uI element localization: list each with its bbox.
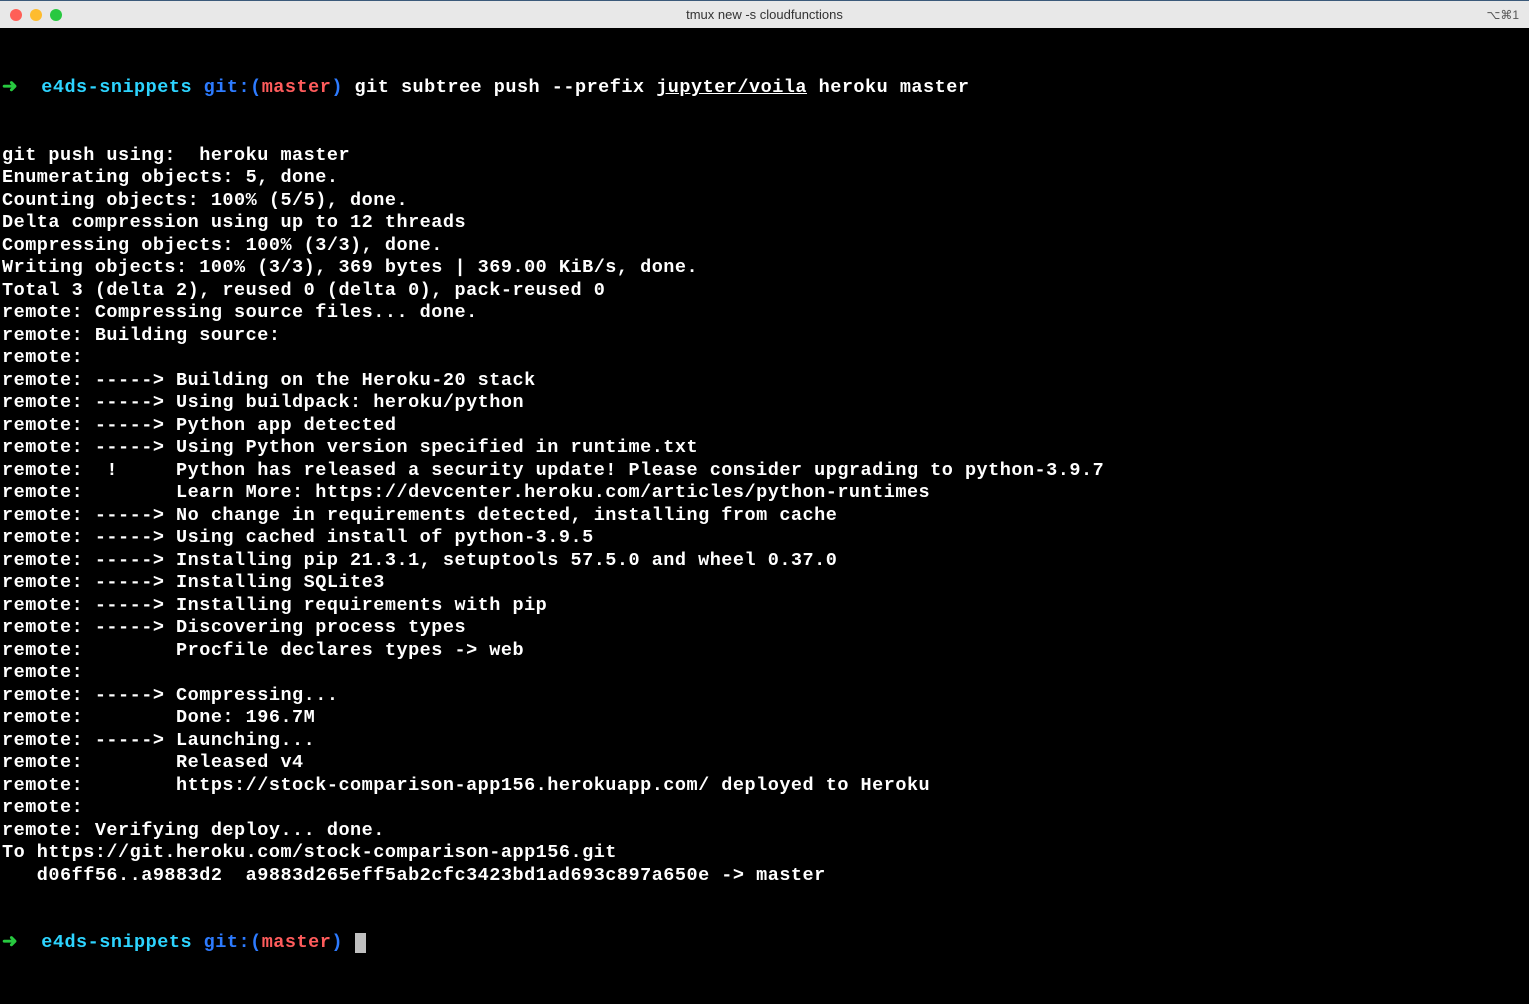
output-line: remote: ! Python has released a security…: [2, 460, 1527, 483]
cursor-icon: [355, 933, 366, 953]
output-line: Compressing objects: 100% (3/3), done.: [2, 235, 1527, 258]
close-icon[interactable]: [10, 9, 22, 21]
command-part1: git subtree push --prefix: [355, 77, 657, 98]
output-line: Counting objects: 100% (5/5), done.: [2, 190, 1527, 213]
output-line: remote: Released v4: [2, 752, 1527, 775]
output-line: remote: Compressing source files... done…: [2, 302, 1527, 325]
output-line: remote: Procfile declares types -> web: [2, 640, 1527, 663]
output-line: To https://git.heroku.com/stock-comparis…: [2, 842, 1527, 865]
output-line: remote: -----> No change in requirements…: [2, 505, 1527, 528]
command-part2: heroku master: [807, 77, 969, 98]
output-line: remote: -----> Installing SQLite3: [2, 572, 1527, 595]
output-line: remote: https://stock-comparison-app156.…: [2, 775, 1527, 798]
output-line: remote: Learn More: https://devcenter.he…: [2, 482, 1527, 505]
output-line: git push using: heroku master: [2, 145, 1527, 168]
git-branch: master: [262, 77, 332, 98]
output-line: remote: -----> Using Python version spec…: [2, 437, 1527, 460]
output-line: remote:: [2, 797, 1527, 820]
prompt-arrow-2: ➜: [2, 932, 18, 953]
output-line: remote: -----> Installing pip 21.3.1, se…: [2, 550, 1527, 573]
prompt-arrow: ➜: [2, 77, 18, 98]
output-line: remote: -----> Building on the Heroku-20…: [2, 370, 1527, 393]
output-line: remote: -----> Using buildpack: heroku/p…: [2, 392, 1527, 415]
window-titlebar: tmux new -s cloudfunctions ⌥⌘1: [0, 0, 1529, 28]
maximize-icon[interactable]: [50, 9, 62, 21]
output-line: Writing objects: 100% (3/3), 369 bytes |…: [2, 257, 1527, 280]
output-line: Delta compression using up to 12 threads: [2, 212, 1527, 235]
prompt-dir-2: e4ds-snippets: [41, 932, 192, 953]
output-line: remote:: [2, 662, 1527, 685]
output-line: remote: -----> Compressing...: [2, 685, 1527, 708]
git-label-2: git:(: [204, 932, 262, 953]
output-line: remote: Building source:: [2, 325, 1527, 348]
output-line: Enumerating objects: 5, done.: [2, 167, 1527, 190]
output-line: remote:: [2, 347, 1527, 370]
prompt-line-1: ➜ e4ds-snippets git:(master) git subtree…: [2, 77, 1527, 100]
output-line: d06ff56..a9883d2 a9883d265eff5ab2cfc3423…: [2, 865, 1527, 888]
terminal-output: git push using: heroku masterEnumerating…: [2, 145, 1527, 888]
command-underline: jupyter/voila: [656, 77, 807, 98]
git-branch-2: master: [262, 932, 332, 953]
output-line: remote: -----> Launching...: [2, 730, 1527, 753]
output-line: remote: Verifying deploy... done.: [2, 820, 1527, 843]
terminal-content[interactable]: ➜ e4ds-snippets git:(master) git subtree…: [0, 28, 1529, 1004]
output-line: remote: -----> Using cached install of p…: [2, 527, 1527, 550]
minimize-icon[interactable]: [30, 9, 42, 21]
output-line: Total 3 (delta 2), reused 0 (delta 0), p…: [2, 280, 1527, 303]
terminal-window: tmux new -s cloudfunctions ⌥⌘1 ➜ e4ds-sn…: [0, 0, 1529, 891]
window-title: tmux new -s cloudfunctions: [686, 7, 843, 22]
output-line: remote: -----> Installing requirements w…: [2, 595, 1527, 618]
prompt-dir: e4ds-snippets: [41, 77, 192, 98]
traffic-lights: [10, 9, 62, 21]
output-line: remote: -----> Python app detected: [2, 415, 1527, 438]
output-line: remote: Done: 196.7M: [2, 707, 1527, 730]
titlebar-shortcut: ⌥⌘1: [1486, 8, 1519, 22]
git-label: git:(: [204, 77, 262, 98]
git-close: ): [331, 77, 343, 98]
prompt-line-2: ➜ e4ds-snippets git:(master): [2, 932, 1527, 955]
git-close-2: ): [331, 932, 343, 953]
output-line: remote: -----> Discovering process types: [2, 617, 1527, 640]
